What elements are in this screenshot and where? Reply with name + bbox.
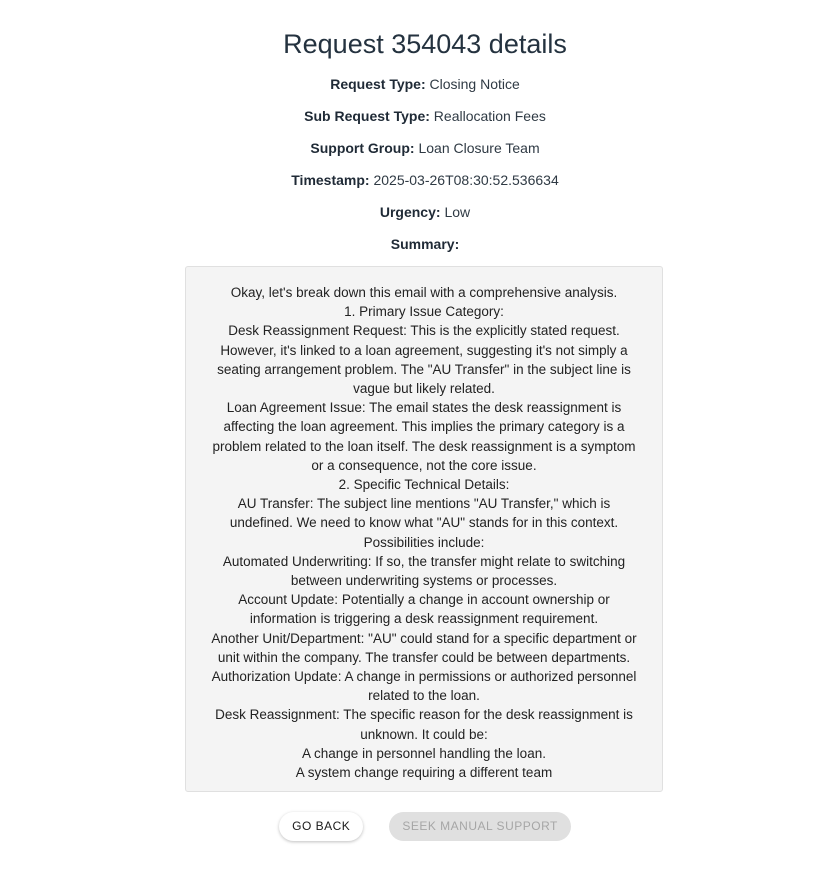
- summary-line: AU Transfer: The subject line mentions "…: [237, 496, 611, 512]
- summary-line: between underwriting systems or processe…: [290, 573, 558, 589]
- request-details-page: Request 354043 details Request Type: Clo…: [0, 0, 837, 871]
- summary-line: However, it's linked to a loan agreement…: [220, 342, 628, 358]
- go-back-button[interactable]: GO BACK: [279, 812, 364, 841]
- summary-line: Automated Underwriting: If so, the trans…: [222, 553, 626, 569]
- sub-request-type-label: Sub Request Type:: [304, 108, 430, 124]
- summary-line: Possibilities include:: [363, 534, 485, 550]
- summary-line: Desk Reassignment Request: This is the e…: [228, 323, 620, 339]
- urgency-value: Low: [444, 204, 471, 220]
- summary-box: Okay, let's break down this email with a…: [185, 266, 663, 792]
- summary-line: Another Unit/Department: "AU" could stan…: [211, 630, 637, 646]
- support-group-value: Loan Closure Team: [418, 140, 540, 156]
- summary-line: 2. Specific Technical Details:: [338, 477, 510, 493]
- timestamp-value: 2025-03-26T08:30:52.536634: [373, 172, 559, 188]
- support-group-field: Support Group: Loan Closure Team: [0, 139, 837, 157]
- summary-line: undefined. We need to know what "AU" sta…: [229, 515, 619, 531]
- support-group-label: Support Group:: [310, 140, 415, 156]
- sub-request-type-field: Sub Request Type: Reallocation Fees: [0, 107, 837, 125]
- summary-line: A system change requiring a different te…: [295, 765, 553, 781]
- summary-line: unit within the company. The transfer co…: [217, 649, 631, 665]
- summary-line: seating arrangement problem. The "AU Tra…: [217, 361, 631, 377]
- timestamp-label: Timestamp:: [291, 172, 370, 188]
- urgency-label: Urgency:: [379, 204, 441, 220]
- request-type-value: Closing Notice: [429, 76, 520, 92]
- page-title: Request 354043 details: [283, 29, 567, 59]
- summary-line: Loan Agreement Issue: The email states t…: [226, 400, 622, 416]
- request-type-field: Request Type: Closing Notice: [0, 75, 837, 93]
- summary-line: or a consequence, not the core issue.: [311, 457, 537, 473]
- summary-line: information is triggering a desk reassig…: [249, 611, 599, 627]
- urgency-field: Urgency: Low: [0, 203, 837, 221]
- sub-request-type-value: Reallocation Fees: [433, 108, 546, 124]
- summary-line: related to the loan.: [368, 688, 480, 704]
- request-type-label: Request Type:: [330, 76, 426, 92]
- summary-line: vague but likely related.: [353, 381, 495, 397]
- timestamp-field: Timestamp: 2025-03-26T08:30:52.536634: [0, 171, 837, 189]
- seek-manual-support-button[interactable]: SEEK MANUAL SUPPORT: [389, 812, 571, 841]
- summary-line: Account Update: Potentially a change in …: [238, 592, 610, 608]
- summary-label: Summary:: [390, 236, 460, 252]
- summary-line: unknown. It could be:: [360, 726, 488, 742]
- summary-field: Summary:: [0, 235, 837, 253]
- summary-line: Desk Reassignment: The specific reason f…: [215, 707, 633, 723]
- summary-line: affecting the loan agreement. This impli…: [223, 419, 625, 435]
- summary-line: problem related to the loan itself. The …: [212, 438, 636, 454]
- summary-line: 1. Primary Issue Category:: [344, 304, 504, 320]
- summary-line: A change in personnel handling the loan.: [302, 745, 546, 761]
- summary-line: Okay, let's break down this email with a…: [230, 285, 618, 300]
- summary-line: Authorization Update: A change in permis…: [211, 669, 637, 685]
- action-buttons: GO BACK SEEK MANUAL SUPPORT: [0, 812, 837, 841]
